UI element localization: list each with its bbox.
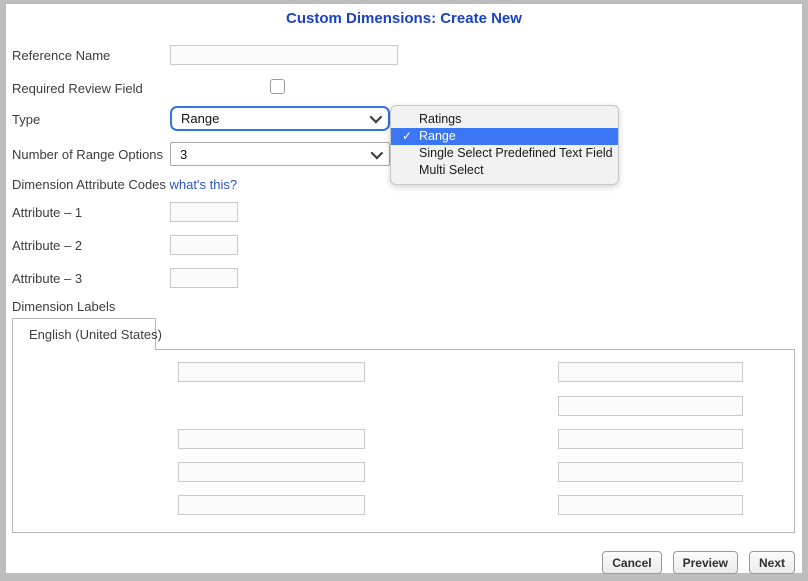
attribute-2-code-input[interactable] (170, 235, 238, 255)
cancel-button[interactable]: Cancel (602, 551, 661, 574)
required-review-checkbox[interactable] (270, 79, 285, 94)
panel-attribute-1-input[interactable] (178, 429, 365, 449)
type-select[interactable]: Range (170, 106, 390, 131)
checkmark-icon: ✓ (398, 128, 416, 145)
footer-buttons: Cancel Preview Next (602, 551, 795, 574)
tab-english-united-states[interactable]: English (United States) (12, 318, 156, 350)
teaser-label-input[interactable] (558, 396, 743, 416)
number-of-range-options-label: Number of Range Options (12, 147, 163, 163)
type-label: Type (12, 112, 40, 128)
attribute-1-code-input[interactable] (170, 202, 238, 222)
menu-item-ratings[interactable]: Ratings (391, 111, 618, 128)
menu-item-single-select-predefined-text-field[interactable]: Single Select Predefined Text Field (391, 145, 618, 162)
menu-item-range[interactable]: ✓ Range (391, 128, 618, 145)
type-select-value: Range (181, 111, 219, 126)
attribute-1-label: Attribute – 1 (12, 205, 82, 221)
chevron-down-icon (371, 146, 384, 159)
number-of-range-options-value: 3 (180, 147, 187, 162)
short-label-2-input[interactable] (558, 462, 743, 482)
reference-name-label: Reference Name (12, 48, 110, 64)
panel-attribute-2-input[interactable] (178, 462, 365, 482)
short-label-input[interactable] (558, 362, 743, 382)
short-label-3-input[interactable] (558, 495, 743, 515)
next-button[interactable]: Next (749, 551, 795, 574)
attribute-3-label: Attribute – 3 (12, 271, 82, 287)
menu-item-multi-select[interactable]: Multi Select (391, 162, 618, 179)
dimension-attribute-codes-heading: Dimension Attribute Codes what's this? (12, 177, 237, 193)
number-of-range-options-select[interactable]: 3 (170, 142, 390, 166)
attribute-3-code-input[interactable] (170, 268, 238, 288)
whats-this-link[interactable]: what's this? (170, 177, 238, 192)
window: Custom Dimensions: Create New Reference … (0, 0, 808, 581)
type-dropdown-menu: Ratings ✓ Range Single Select Predefined… (390, 105, 619, 185)
reference-name-input[interactable] (170, 45, 398, 65)
dimension-labels-heading: Dimension Labels (12, 299, 115, 315)
attribute-2-label: Attribute – 2 (12, 238, 82, 254)
page-title: Custom Dimensions: Create New (0, 10, 808, 27)
required-review-label: Required Review Field (12, 81, 143, 97)
panel-attribute-3-input[interactable] (178, 495, 365, 515)
dimension-label-input[interactable] (178, 362, 365, 382)
short-label-1-input[interactable] (558, 429, 743, 449)
preview-button[interactable]: Preview (673, 551, 738, 574)
chevron-down-icon (370, 111, 383, 124)
